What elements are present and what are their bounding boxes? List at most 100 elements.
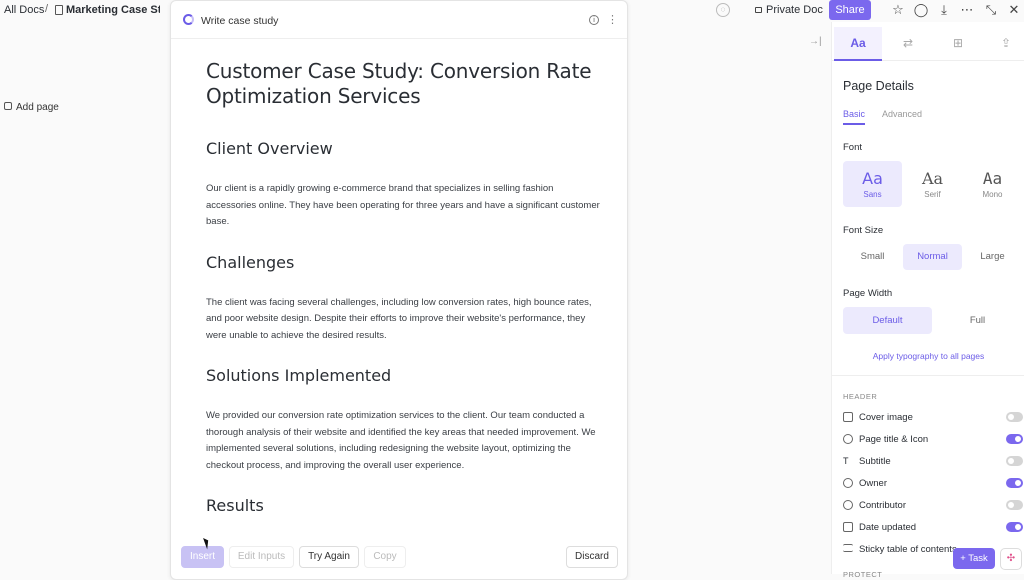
tab-export[interactable]: ⇪: [982, 27, 1024, 61]
subtab-basic[interactable]: Basic: [843, 109, 866, 125]
font-name: Mono: [982, 190, 1003, 199]
insert-button[interactable]: Insert: [181, 546, 224, 568]
toggle-label: Owner: [859, 478, 887, 489]
discard-button[interactable]: Discard: [566, 546, 618, 568]
ai-writer-modal: Write case study i ⋮ Customer Case Study…: [170, 0, 628, 580]
section-heading: Results: [206, 496, 264, 515]
toggle-row-subtitle: T Subtitle: [843, 454, 1023, 470]
generated-document: Customer Case Study: Conversion Rate Opt…: [206, 59, 606, 538]
tab-widgets[interactable]: ⊞: [934, 27, 982, 61]
font-size-label: Font Size: [843, 225, 884, 236]
export-icon[interactable]: ⤓: [936, 2, 952, 18]
breadcrumb-current-doc[interactable]: Marketing Case Stud: [66, 4, 160, 16]
more-options-icon[interactable]: ⋯: [959, 2, 975, 18]
try-again-button[interactable]: Try Again: [299, 546, 359, 568]
tag-icon[interactable]: ◌: [716, 3, 730, 17]
ai-icon: [183, 14, 194, 25]
contributor-toggle[interactable]: [1006, 500, 1023, 510]
apply-typography-link[interactable]: Apply typography to all pages: [832, 351, 1024, 361]
toggle-label: Cover image: [859, 412, 913, 423]
toggle-row-owner: Owner: [843, 476, 1023, 492]
add-task-button[interactable]: + Task: [953, 548, 995, 569]
section-heading: Client Overview: [206, 139, 333, 158]
divider: [832, 375, 1024, 376]
size-option-small[interactable]: Small: [843, 244, 902, 270]
width-option-default[interactable]: Default: [843, 307, 932, 334]
section-body: The client was facing several challenges…: [206, 296, 592, 341]
doc-title: Customer Case Study: Conversion Rate Opt…: [206, 59, 592, 108]
toggle-label: Page title & Icon: [859, 434, 929, 445]
section-body: Our client is a rapidly growing e-commer…: [206, 183, 600, 227]
tab-relations[interactable]: ⇄: [884, 27, 932, 61]
page-details-sidebar: Aa ⇄ ⊞ ⇪ Page Details Basic Advanced Fon…: [831, 22, 1024, 579]
font-section-label: Font: [843, 142, 863, 153]
kebab-menu-icon[interactable]: ⋮: [607, 13, 618, 26]
copy-button[interactable]: Copy: [364, 546, 406, 568]
cover-image-toggle[interactable]: [1006, 412, 1023, 422]
section-heading: Challenges: [206, 252, 295, 272]
task-label: Task: [968, 553, 988, 564]
add-page-button[interactable]: Add page: [4, 102, 59, 113]
section-heading: Solutions Implemented: [206, 366, 392, 385]
smiley-icon: [843, 434, 853, 444]
lock-icon: [755, 7, 762, 13]
collapse-sidebar-icon[interactable]: →|: [809, 36, 822, 47]
user-icon: [843, 478, 853, 488]
page-width-label: Page Width: [843, 288, 893, 299]
apps-icon[interactable]: ✣: [1000, 548, 1022, 570]
add-page-label: Add page: [16, 102, 59, 113]
toggle-label: Sticky table of contents: [859, 544, 957, 555]
calendar-icon: [843, 522, 853, 532]
comment-icon[interactable]: ◯: [913, 2, 929, 18]
users-icon: [843, 500, 853, 510]
private-doc-button[interactable]: Private Doc: [755, 4, 823, 16]
width-option-full[interactable]: Full: [933, 307, 1022, 334]
font-name: Serif: [924, 190, 941, 199]
size-option-normal[interactable]: Normal: [903, 244, 962, 270]
section-body: We provided our conversion rate optimiza…: [206, 410, 596, 471]
font-sample: Aa: [921, 169, 944, 188]
toggle-label: Subtitle: [859, 456, 891, 467]
font-option-mono[interactable]: Aa Mono: [963, 161, 1022, 207]
toggle-row-sticky-toc: Sticky table of contents: [843, 542, 1023, 558]
document-icon: [55, 5, 63, 15]
owner-toggle[interactable]: [1006, 478, 1023, 488]
subtitle-toggle[interactable]: [1006, 456, 1023, 466]
size-option-large[interactable]: Large: [963, 244, 1022, 270]
edit-inputs-button[interactable]: Edit Inputs: [229, 546, 294, 568]
add-page-icon: [4, 102, 12, 110]
star-icon[interactable]: ☆: [890, 2, 906, 18]
toggle-label: Contributor: [859, 500, 906, 511]
modal-actions: Insert Edit Inputs Try Again Copy Discar…: [181, 546, 619, 570]
toggle-row-cover-image: Cover image: [843, 410, 1023, 426]
info-icon[interactable]: i: [589, 15, 599, 25]
toggle-row-page-title: Page title & Icon: [843, 432, 1023, 448]
subtab-advanced[interactable]: Advanced: [882, 109, 922, 119]
close-icon[interactable]: ✕: [1006, 2, 1022, 18]
date-updated-toggle[interactable]: [1006, 522, 1023, 532]
list-icon: [843, 544, 853, 552]
tab-typography[interactable]: Aa: [834, 27, 882, 61]
toggle-label: Date updated: [859, 522, 917, 533]
plus-icon: +: [960, 553, 966, 564]
breadcrumb-separator: /: [45, 3, 49, 15]
sidebar-tabs: Aa ⇄ ⊞ ⇪: [832, 27, 1024, 61]
font-sample: Aa: [982, 169, 1003, 188]
toggle-row-contributor: Contributor: [843, 498, 1023, 514]
subtitle-icon: T: [843, 456, 849, 466]
modal-title: Write case study: [201, 15, 279, 27]
page-title-toggle[interactable]: [1006, 434, 1023, 444]
protect-section-label: PROTECT: [843, 570, 883, 579]
font-name: Sans: [863, 190, 882, 199]
modal-header: Write case study i ⋮: [171, 1, 627, 39]
font-option-serif[interactable]: Aa Serif: [903, 161, 962, 207]
breadcrumb-all-docs[interactable]: All Docs: [4, 4, 44, 16]
font-sample: Aa: [862, 169, 883, 188]
toggle-row-date-updated: Date updated: [843, 520, 1023, 536]
font-option-sans[interactable]: Aa Sans: [843, 161, 902, 207]
share-button[interactable]: Share: [829, 0, 871, 20]
left-pane: Add page: [0, 22, 160, 574]
private-doc-label: Private Doc: [766, 4, 823, 16]
header-section-label: HEADER: [843, 392, 878, 401]
collapse-icon[interactable]: ⤡: [983, 2, 999, 18]
